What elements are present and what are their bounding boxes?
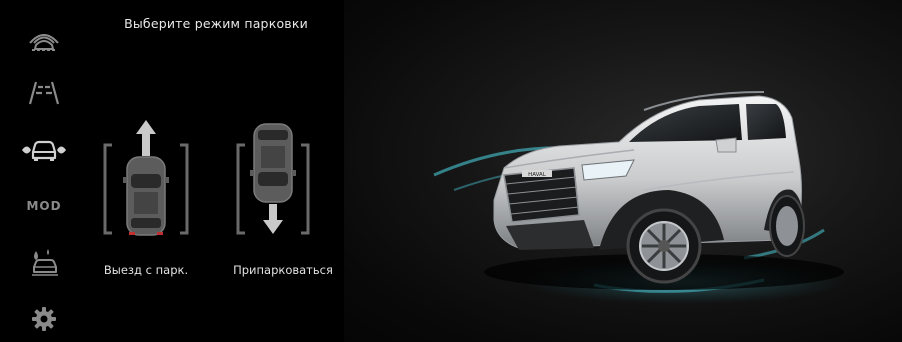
- panel-title: Выберите режим парковки: [124, 16, 308, 31]
- parking-radar-icon: [29, 34, 59, 51]
- nav-lane-assist-button[interactable]: [16, 73, 72, 113]
- lane-lines-icon: [28, 81, 60, 105]
- hero-badge: HAVAL: [528, 172, 547, 178]
- vehicle-hero: HAVAL: [344, 0, 902, 342]
- park-in-mode-button[interactable]: [233, 112, 337, 262]
- nav-mode-button[interactable]: MOD: [16, 186, 72, 226]
- exit-parking-illustration: [103, 120, 189, 236]
- exit-parking-mode-button[interactable]: [100, 112, 204, 262]
- parking-screen: MOD Выберите режим парковки Выезд с парк…: [0, 0, 902, 342]
- car-sensor-icon: [22, 140, 66, 161]
- suv-illustration: HAVAL: [433, 91, 844, 304]
- sidebar: MOD: [0, 0, 88, 342]
- nav-parking-radar-button[interactable]: [16, 18, 72, 58]
- parking-mode-panel: Выберите режим парковки Выезд с парк. Пр…: [88, 0, 344, 342]
- car-wash-icon: [32, 249, 58, 276]
- park-in-label: Припарковаться: [233, 263, 333, 277]
- park-in-illustration: [236, 123, 310, 235]
- mode-label: MOD: [26, 199, 62, 213]
- exit-parking-label: Выезд с парк.: [103, 263, 189, 277]
- nav-auto-parking-button[interactable]: [16, 130, 72, 170]
- nav-settings-button[interactable]: [16, 299, 72, 339]
- nav-car-wash-button[interactable]: [16, 242, 72, 282]
- gear-icon: [32, 307, 56, 331]
